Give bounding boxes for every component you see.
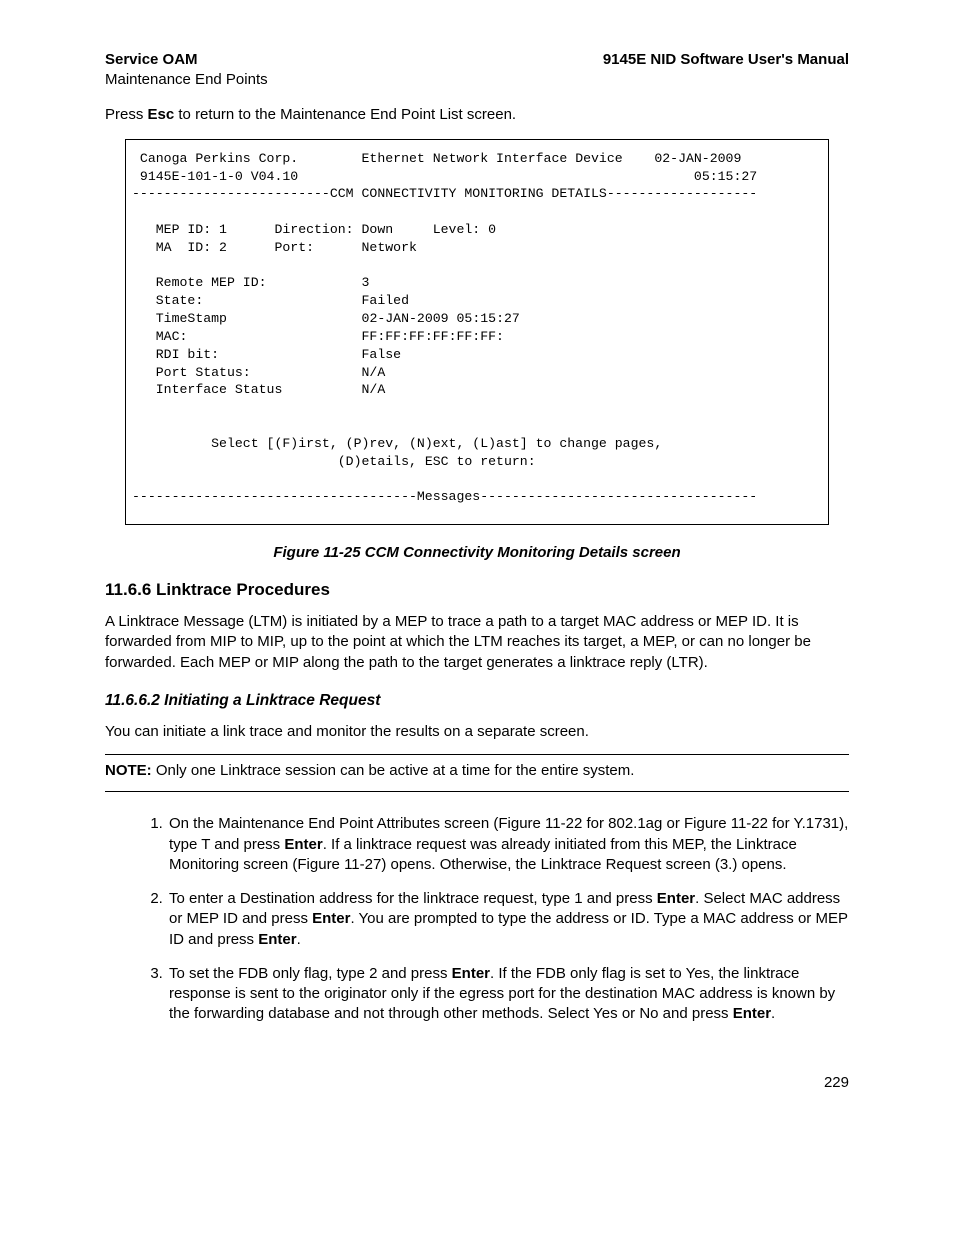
term-ts-val: 02-JAN-2009 05:15:27	[362, 311, 520, 326]
step3-a: To set the FDB only flag, type 2 and pre…	[169, 965, 452, 982]
term-mac-val: FF:FF:FF:FF:FF:FF:	[362, 329, 504, 344]
term-state-val: Failed	[362, 293, 409, 308]
term-is-label: Interface Status	[156, 382, 283, 397]
step2-d: .	[297, 931, 301, 948]
term-mac-label: MAC:	[156, 329, 188, 344]
intro-post: to return to the Maintenance End Point L…	[174, 106, 516, 123]
header-sub: Maintenance End Points	[105, 70, 849, 90]
term-model: 9145E-101-1-0 V04.10	[140, 169, 298, 184]
step2-a: To enter a Destination address for the l…	[169, 890, 657, 907]
term-row2: MA ID: 2 Port: Network	[132, 240, 417, 255]
note-rule-top	[105, 754, 849, 755]
header-left: Service OAM	[105, 50, 198, 70]
step2-enter3: Enter	[258, 931, 296, 948]
step-3: To set the FDB only flag, type 2 and pre…	[167, 964, 849, 1025]
term-nav2: (D)etails, ESC to return:	[338, 454, 536, 469]
step3-enter2: Enter	[733, 1005, 771, 1022]
note-text: Only one Linktrace session can be active…	[152, 762, 635, 779]
term-device: Ethernet Network Interface Device	[362, 151, 623, 166]
term-ts-label: TimeStamp	[156, 311, 227, 326]
page-header: Service OAM 9145E NID Software User's Ma…	[105, 50, 849, 70]
term-rdi-val: False	[362, 347, 402, 362]
step2-enter2: Enter	[312, 910, 350, 927]
term-remote-val: 3	[362, 275, 370, 290]
note-line: NOTE: Only one Linktrace session can be …	[105, 761, 849, 781]
step3-c: .	[771, 1005, 775, 1022]
step1-enter: Enter	[284, 836, 322, 853]
intro-key: Esc	[148, 106, 175, 123]
term-date: 02-JAN-2009	[654, 151, 741, 166]
term-nav1: Select [(F)irst, (P)rev, (N)ext, (L)ast]…	[211, 436, 662, 451]
figure-caption: Figure 11-25 CCM Connectivity Monitoring…	[105, 543, 849, 563]
term-state-label: State:	[156, 293, 203, 308]
term-msgbar: ------------------------------------Mess…	[132, 489, 757, 504]
subsection-para: You can initiate a link trace and monito…	[105, 722, 849, 742]
header-right: 9145E NID Software User's Manual	[603, 50, 849, 70]
step3-enter1: Enter	[452, 965, 490, 982]
term-time: 05:15:27	[694, 169, 757, 184]
term-ps-val: N/A	[362, 365, 386, 380]
terminal-screen: Canoga Perkins Corp. Ethernet Network In…	[125, 139, 829, 525]
subsection-heading: 11.6.6.2 Initiating a Linktrace Request	[105, 691, 849, 712]
term-is-val: N/A	[362, 382, 386, 397]
term-rdi-label: RDI bit:	[156, 347, 219, 362]
steps-list: On the Maintenance End Point Attributes …	[105, 814, 849, 1024]
step2-enter1: Enter	[657, 890, 695, 907]
intro-line: Press Esc to return to the Maintenance E…	[105, 105, 849, 125]
section-para: A Linktrace Message (LTM) is initiated b…	[105, 612, 849, 673]
step-1: On the Maintenance End Point Attributes …	[167, 814, 849, 875]
note-rule-bottom	[105, 791, 849, 792]
term-ps-label: Port Status:	[156, 365, 251, 380]
term-row1: MEP ID: 1 Direction: Down Level: 0	[132, 222, 496, 237]
note-label: NOTE:	[105, 762, 152, 779]
section-heading: 11.6.6 Linktrace Procedures	[105, 579, 849, 602]
intro-pre: Press	[105, 106, 148, 123]
term-titlebar: -------------------------CCM CONNECTIVIT…	[132, 186, 757, 201]
step-2: To enter a Destination address for the l…	[167, 889, 849, 950]
term-corp: Canoga Perkins Corp.	[140, 151, 298, 166]
page-number: 229	[105, 1073, 849, 1093]
term-remote-label: Remote MEP ID:	[156, 275, 267, 290]
